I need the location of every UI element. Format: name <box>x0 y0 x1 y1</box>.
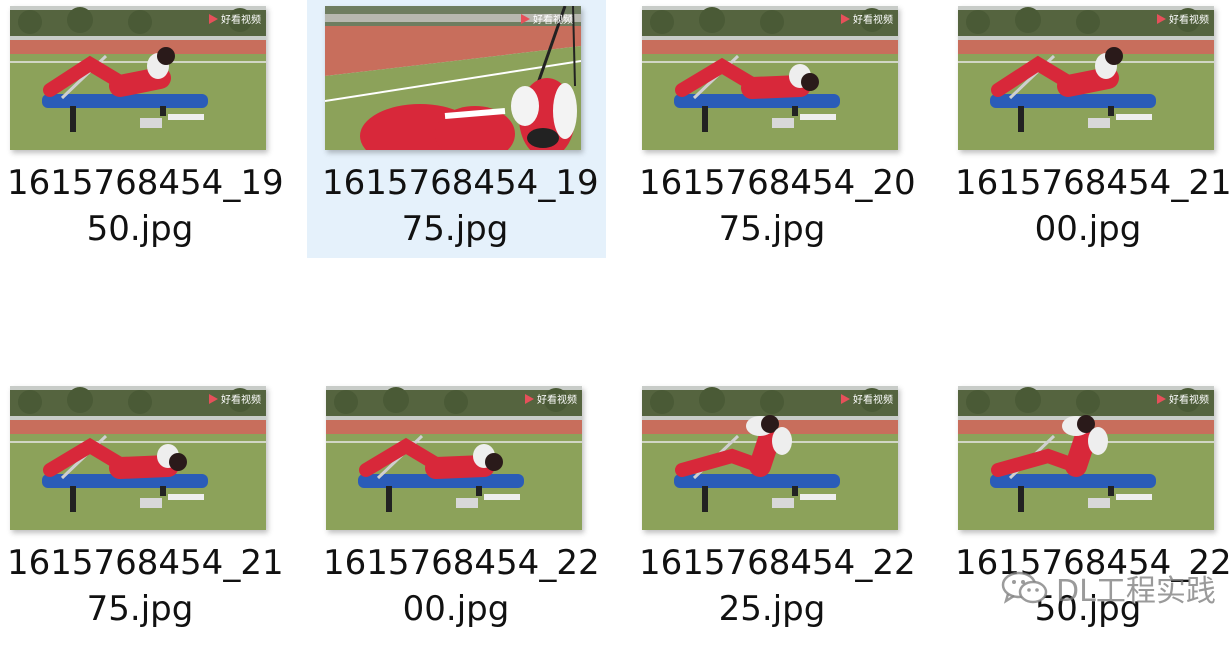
svg-text:好看视频: 好看视频 <box>1169 13 1209 26</box>
file-item[interactable]: 好看视频 1615768454_22 00.jpg <box>323 380 621 636</box>
svg-text:好看视频: 好看视频 <box>533 13 573 26</box>
file-name: 1615768454_22 50.jpg <box>955 543 1231 629</box>
file-name: 1615768454_21 75.jpg <box>7 543 284 629</box>
file-name: 1615768454_20 75.jpg <box>639 163 916 249</box>
file-grid: 好看视频 1615768454_19 50.jpg 好看视频 161576845… <box>0 0 1231 649</box>
image-thumbnail[interactable]: 好看视频 <box>642 386 898 530</box>
file-item[interactable]: 好看视频 1615768454_21 00.jpg <box>955 0 1231 256</box>
file-item[interactable]: 好看视频 1615768454_19 50.jpg <box>7 0 305 256</box>
file-name: 1615768454_22 25.jpg <box>639 543 916 629</box>
svg-text:好看视频: 好看视频 <box>221 13 261 26</box>
file-name: 1615768454_22 00.jpg <box>323 543 600 629</box>
image-thumbnail[interactable]: 好看视频 <box>642 6 898 150</box>
file-item[interactable]: 好看视频 1615768454_19 75.jpg <box>307 0 606 258</box>
svg-text:好看视频: 好看视频 <box>1169 393 1209 406</box>
file-item[interactable]: 好看视频 1615768454_20 75.jpg <box>639 0 937 256</box>
image-thumbnail[interactable]: 好看视频 <box>10 6 266 150</box>
image-thumbnail[interactable]: 好看视频 <box>326 386 582 530</box>
svg-text:好看视频: 好看视频 <box>853 13 893 26</box>
image-thumbnail[interactable]: 好看视频 <box>958 386 1214 530</box>
file-name: 1615768454_19 50.jpg <box>7 163 284 249</box>
svg-text:好看视频: 好看视频 <box>853 393 893 406</box>
file-item[interactable]: 好看视频 1615768454_22 50.jpg <box>955 380 1231 636</box>
file-name: 1615768454_21 00.jpg <box>955 163 1231 249</box>
svg-text:好看视频: 好看视频 <box>537 393 577 406</box>
image-thumbnail[interactable]: 好看视频 <box>10 386 266 530</box>
image-thumbnail[interactable]: 好看视频 <box>958 6 1214 150</box>
image-thumbnail[interactable]: 好看视频 <box>325 6 581 150</box>
svg-text:好看视频: 好看视频 <box>221 393 261 406</box>
file-item[interactable]: 好看视频 1615768454_22 25.jpg <box>639 380 937 636</box>
file-item[interactable]: 好看视频 1615768454_21 75.jpg <box>7 380 305 636</box>
file-name: 1615768454_19 75.jpg <box>322 163 599 249</box>
